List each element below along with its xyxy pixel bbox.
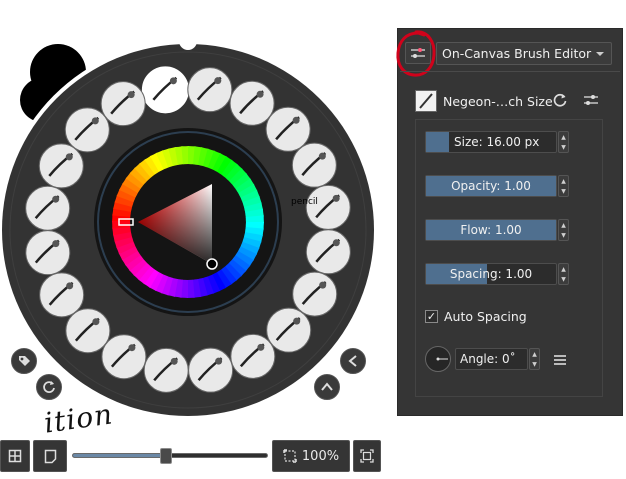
size-label: Size: 16.00 px (454, 135, 540, 149)
fit-page-icon (283, 449, 297, 463)
size-field[interactable]: Size: 16.00 px (425, 131, 557, 153)
angle-menu-button[interactable] (553, 352, 567, 366)
refresh-icon (43, 381, 55, 393)
zoom-level-label: 100% (301, 448, 340, 464)
brush-preset-15[interactable] (39, 272, 85, 318)
reload-brush-button[interactable] (552, 92, 570, 110)
reload-icon (553, 93, 567, 107)
brush-settings-button[interactable] (583, 92, 601, 110)
editor-header-divider (400, 71, 620, 72)
brush-preset-10[interactable] (230, 333, 276, 379)
flow-label: Flow: 1.00 (460, 223, 522, 237)
chevron-down-icon (596, 52, 604, 56)
page-icon (44, 449, 56, 463)
opacity-label: Opacity: 1.00 (451, 179, 531, 193)
brush-preset-4[interactable] (265, 106, 311, 152)
sliders-icon (584, 95, 598, 105)
opacity-spinner[interactable]: ▲ ▼ (558, 175, 569, 197)
brush-preset-19[interactable] (64, 107, 110, 153)
auto-spacing-label: Auto Spacing (444, 309, 527, 324)
brush-preset-7[interactable] (305, 229, 351, 275)
brush-preset-11[interactable] (188, 347, 234, 393)
color-cursor[interactable] (206, 258, 218, 270)
pencil-slot-label: pencil (291, 197, 318, 207)
zoom-slider-handle[interactable] (160, 448, 173, 464)
zoom-slider-fill (73, 454, 167, 457)
palette-collapse-button[interactable] (340, 348, 366, 374)
spacing-spinner[interactable]: ▲ ▼ (558, 263, 569, 285)
auto-spacing-checkbox[interactable]: ✓ (425, 310, 438, 323)
editor-mode-label: On-Canvas Brush Editor (442, 46, 592, 61)
chevron-left-icon (348, 355, 357, 367)
angle-spinner[interactable]: ▲ ▼ (529, 348, 540, 370)
brush-preset-1[interactable] (141, 66, 189, 114)
zoom-level-button[interactable]: 100% (272, 440, 350, 472)
workspace-button[interactable] (0, 440, 30, 472)
fit-view-button[interactable] (353, 440, 381, 472)
red-highlight-annotation (396, 30, 436, 77)
palette-expand-button[interactable] (314, 374, 340, 400)
spacing-field[interactable]: Spacing: 1.00 (425, 263, 557, 285)
layout-icon (8, 449, 22, 463)
brush-preset-14[interactable] (65, 308, 111, 354)
angle-indicator-icon (436, 357, 448, 361)
brush-preset-12[interactable] (143, 347, 189, 393)
brush-preset-17[interactable] (25, 185, 71, 231)
fit-view-icon (360, 449, 374, 463)
brush-preset-2[interactable] (187, 67, 233, 113)
brush-preset-18[interactable] (38, 143, 84, 189)
palette-rotate-handle[interactable] (179, 32, 197, 50)
brush-preset-13[interactable] (101, 334, 147, 380)
chevron-up-icon (321, 382, 333, 391)
brush-name: Negeon-…ch Size (443, 94, 553, 109)
brush-stroke-icon (419, 93, 433, 109)
brush-preset-9[interactable] (266, 307, 312, 353)
brush-preset-5[interactable] (291, 142, 337, 188)
flow-field[interactable]: Flow: 1.00 (425, 219, 557, 241)
checkmark-icon: ✓ (426, 310, 437, 323)
brush-thumbnail (415, 90, 437, 112)
angle-dial[interactable] (425, 346, 451, 372)
brush-preset-3[interactable] (229, 80, 275, 126)
tag-button[interactable] (11, 348, 37, 374)
brush-preset-20[interactable] (100, 81, 146, 127)
flow-spinner[interactable]: ▲ ▼ (558, 219, 569, 241)
angle-label: Angle: 0˚ (460, 352, 516, 366)
editor-mode-dropdown[interactable]: On-Canvas Brush Editor (436, 42, 612, 65)
hamburger-menu-icon (554, 355, 566, 365)
brush-preset-16[interactable] (25, 230, 71, 276)
clear-history-button[interactable] (36, 374, 62, 400)
spacing-label: Spacing: 1.00 (449, 267, 533, 281)
document-button[interactable] (33, 440, 67, 472)
angle-field[interactable]: Angle: 0˚ (455, 348, 528, 370)
popup-palette (0, 32, 378, 420)
opacity-field[interactable]: Opacity: 1.00 (425, 175, 557, 197)
size-spinner[interactable]: ▲ ▼ (558, 131, 569, 153)
brush-preset-8[interactable] (292, 271, 338, 317)
tag-icon (19, 356, 30, 366)
brush-preset-6[interactable] (305, 184, 351, 230)
